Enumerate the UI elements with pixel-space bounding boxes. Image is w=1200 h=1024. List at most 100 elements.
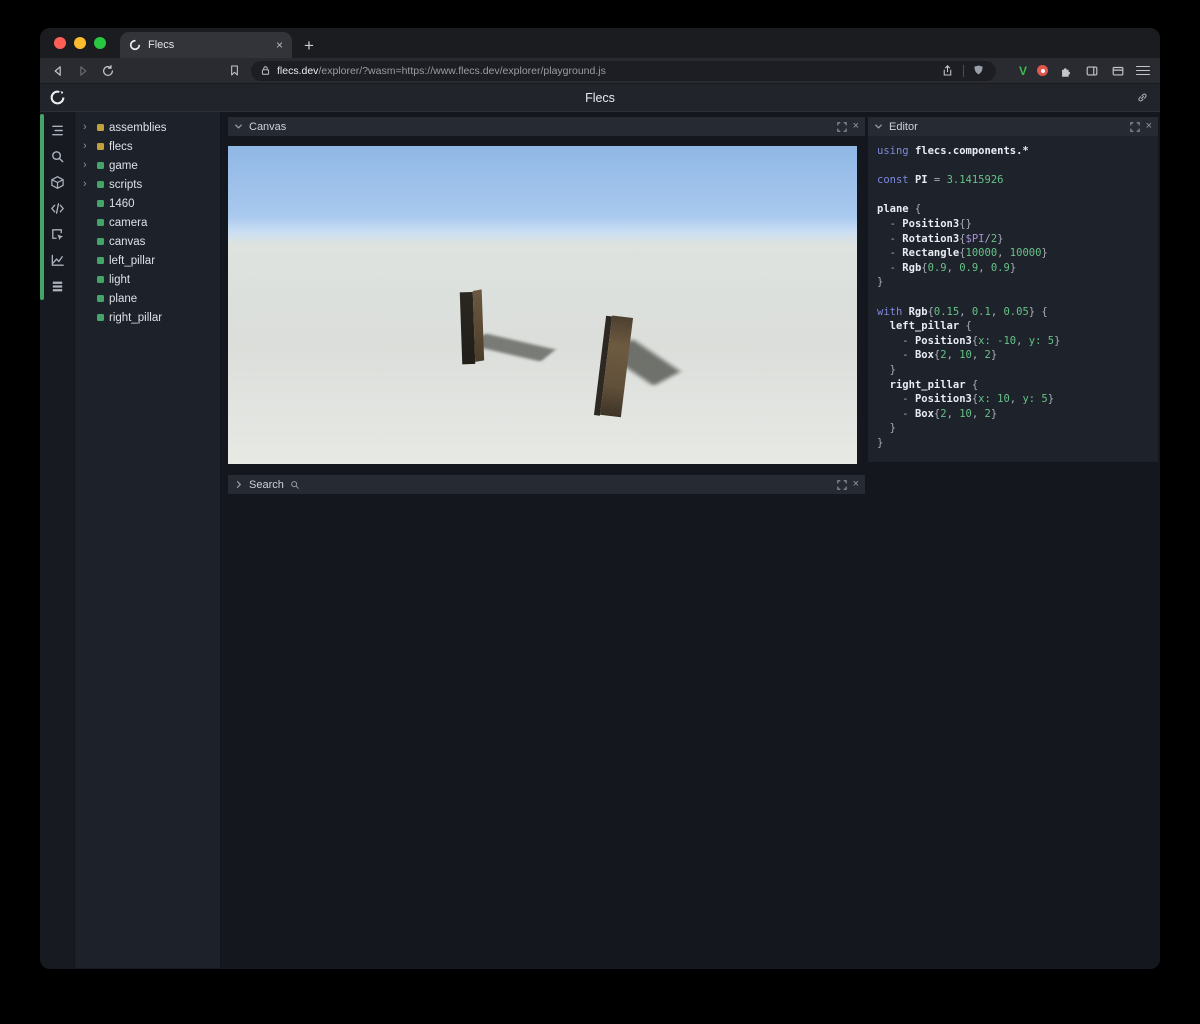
tree-item-scripts[interactable]: › scripts <box>75 175 220 194</box>
url-text: flecs.dev/explorer/?wasm=https://www.fle… <box>277 65 606 77</box>
divider <box>962 64 964 77</box>
search-magnifier-icon <box>290 480 300 490</box>
minimize-window-button[interactable] <box>74 37 86 49</box>
expand-icon[interactable] <box>836 121 847 132</box>
icon-rail <box>40 112 75 968</box>
editor-code[interactable]: using flecs.components.* const PI = 3.14… <box>868 136 1158 463</box>
tree-item-camera[interactable]: camera <box>75 213 220 232</box>
tree-item-light[interactable]: light <box>75 270 220 289</box>
tree-item-flecs[interactable]: › flecs <box>75 137 220 156</box>
entity-tree: › assemblies › flecs › game › scripts 1460 camera… <box>75 112 221 968</box>
chart-icon[interactable] <box>49 252 66 269</box>
entity-color-swatch <box>97 295 104 302</box>
expand-arrow-icon[interactable]: › <box>83 141 92 152</box>
tree-item-label: left_pillar <box>109 254 156 267</box>
new-tab-button[interactable]: + <box>304 37 314 54</box>
url-bar[interactable]: flecs.dev/explorer/?wasm=https://www.fle… <box>251 60 996 81</box>
page-title: Flecs <box>585 90 615 105</box>
code-line: - Position3{} <box>877 217 972 230</box>
browser-menu-icon[interactable] <box>1136 65 1150 76</box>
tab-close-icon[interactable]: × <box>276 38 283 52</box>
left-pillar-object <box>459 289 486 365</box>
tree-item-label: assemblies <box>109 121 167 134</box>
close-icon[interactable]: × <box>853 479 859 490</box>
wallet-icon[interactable] <box>1110 63 1126 79</box>
inspect-icon[interactable] <box>49 226 66 243</box>
code-line: } <box>877 422 896 435</box>
tree-item-label: canvas <box>109 235 146 248</box>
editor-panel-header[interactable]: Editor × <box>868 117 1158 136</box>
back-button[interactable] <box>50 63 66 79</box>
zoom-window-button[interactable] <box>94 37 106 49</box>
tree-item-plane[interactable]: plane <box>75 289 220 308</box>
tree-item-label: game <box>109 159 138 172</box>
entity-color-swatch <box>97 124 104 131</box>
code-line: right_pillar { <box>889 378 979 391</box>
code-line: } <box>877 276 884 289</box>
browser-tab[interactable]: Flecs × <box>120 32 292 58</box>
code-line: left_pillar { <box>889 320 972 333</box>
code-line: using flecs.components.* <box>877 145 1029 157</box>
canvas-3d-viewport[interactable] <box>228 146 857 464</box>
sidebar-toggle-icon[interactable] <box>1084 63 1100 79</box>
entity-color-swatch <box>97 200 104 207</box>
extension-v-icon[interactable]: V <box>1019 64 1027 78</box>
rows-icon[interactable] <box>49 278 66 295</box>
expand-icon[interactable] <box>1129 121 1140 132</box>
tree-item-right_pillar[interactable]: right_pillar <box>75 308 220 327</box>
forward-button[interactable] <box>75 63 91 79</box>
code-line: - Rotation3{$PI/2} <box>877 232 1004 245</box>
expand-arrow-icon[interactable]: › <box>83 160 92 171</box>
code-line: - Position3{x: 10, y: 5} <box>877 393 1055 406</box>
traffic-lights <box>40 37 120 49</box>
tree-item-label: light <box>109 273 131 286</box>
expand-icon[interactable] <box>836 479 847 490</box>
close-icon[interactable]: × <box>853 121 859 132</box>
expand-arrow-icon[interactable]: › <box>83 122 92 133</box>
tree-item-label: camera <box>109 216 148 229</box>
entity-color-swatch <box>97 162 104 169</box>
share-icon[interactable] <box>940 63 956 79</box>
main-area: Canvas × Search × Editor × using flecs.c… <box>221 112 1160 968</box>
tree-item-1460[interactable]: 1460 <box>75 194 220 213</box>
expand-arrow-icon[interactable]: › <box>83 179 92 190</box>
app-body: › assemblies › flecs › game › scripts 1460 camera… <box>40 112 1160 968</box>
reload-button[interactable] <box>100 63 116 79</box>
share-link-icon[interactable] <box>1136 91 1149 104</box>
cube-icon[interactable] <box>49 174 66 191</box>
entity-color-swatch <box>97 181 104 188</box>
chevron-down-icon[interactable] <box>874 122 883 131</box>
bookmark-icon[interactable] <box>226 63 242 79</box>
chevron-down-icon[interactable] <box>234 122 243 131</box>
code-line: plane { <box>877 203 922 216</box>
close-window-button[interactable] <box>54 37 66 49</box>
extension-icons: V <box>1019 63 1150 79</box>
outliner-icon[interactable] <box>49 122 66 139</box>
code-line: const PI = 3.1415926 <box>877 174 1004 187</box>
code-line: - Box{2, 10, 2} <box>877 349 998 362</box>
editor-panel: Editor × using flecs.components.* const … <box>868 117 1158 463</box>
tree-item-assemblies[interactable]: › assemblies <box>75 118 220 137</box>
entity-color-swatch <box>97 276 104 283</box>
shield-icon[interactable] <box>971 63 987 79</box>
search-icon[interactable] <box>49 148 66 165</box>
browser-window: Flecs × + flecs.dev/explorer/?wasm=https… <box>40 28 1160 969</box>
tree-item-left_pillar[interactable]: left_pillar <box>75 251 220 270</box>
code-line: - Rectangle{10000, 10000} <box>877 247 1048 260</box>
tree-item-game[interactable]: › game <box>75 156 220 175</box>
canvas-panel-title: Canvas <box>249 120 287 133</box>
close-icon[interactable]: × <box>1146 121 1152 132</box>
canvas-panel-header[interactable]: Canvas × <box>228 117 865 136</box>
code-line: - Position3{x: -10, y: 5} <box>877 334 1061 347</box>
tree-item-label: right_pillar <box>109 311 163 324</box>
code-icon[interactable] <box>49 200 66 217</box>
extensions-puzzle-icon[interactable] <box>1058 63 1074 79</box>
search-panel-header[interactable]: Search × <box>228 475 865 494</box>
chevron-right-icon[interactable] <box>234 480 243 489</box>
tree-item-canvas[interactable]: canvas <box>75 232 220 251</box>
extension-red-icon[interactable] <box>1037 65 1048 76</box>
tab-title: Flecs <box>148 39 175 51</box>
